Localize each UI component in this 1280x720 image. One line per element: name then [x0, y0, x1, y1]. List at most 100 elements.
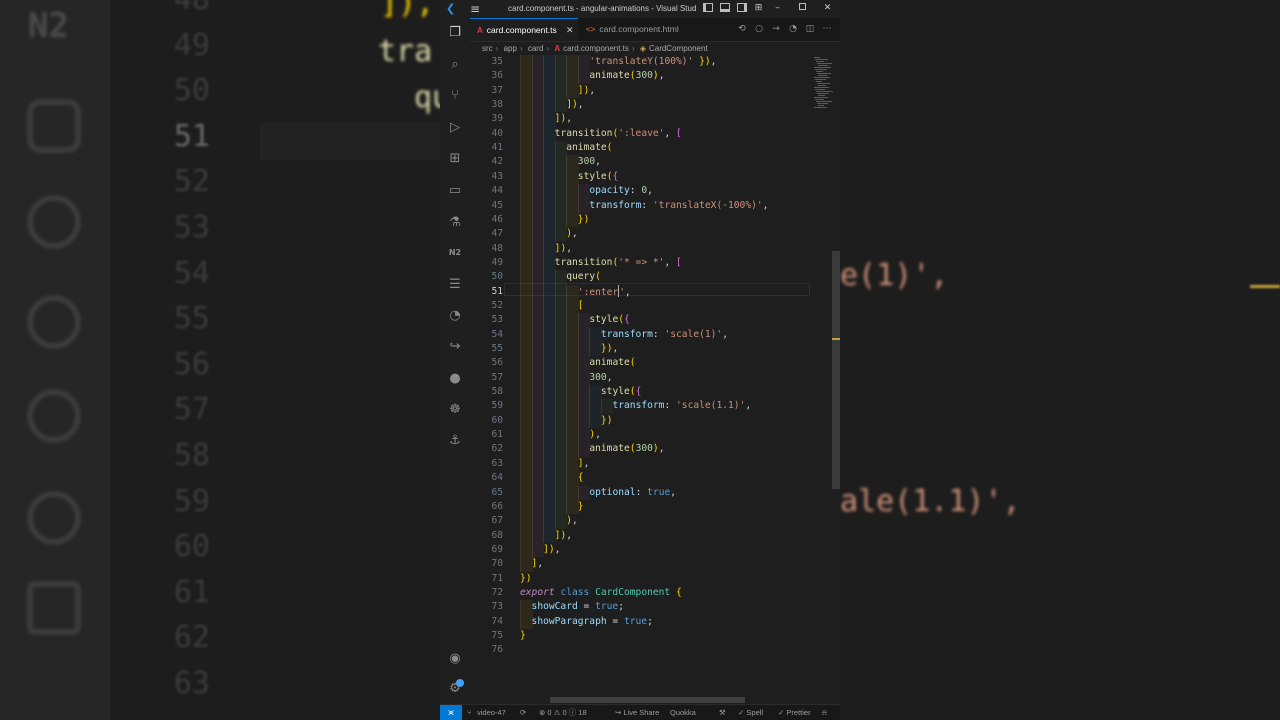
- line-number: 66: [491, 500, 503, 512]
- tab-label: card.component.ts: [486, 25, 557, 35]
- code-line: }): [577, 213, 590, 225]
- minimap[interactable]: [810, 55, 836, 115]
- background-snippet: tra: [378, 34, 433, 69]
- code-line: ),: [589, 429, 601, 441]
- minimap-line: [818, 65, 828, 66]
- breadcrumb-item[interactable]: card: [528, 42, 544, 55]
- breadcrumb-item[interactable]: src: [482, 42, 493, 55]
- search-icon[interactable]: ⌕: [446, 56, 464, 74]
- background-line-number: 58: [173, 438, 210, 473]
- notifications-bell-icon[interactable]: ⍾: [822, 705, 827, 720]
- line-number: 53: [491, 314, 503, 326]
- editor-tabs: Acard.component.ts ✕ <> card.component.ht…: [470, 18, 840, 42]
- go-back-icon[interactable]: ○: [753, 23, 765, 35]
- background-line-number: 53: [173, 210, 210, 245]
- line-number: 76: [491, 644, 503, 656]
- split-editor-icon[interactable]: ◫: [804, 23, 816, 35]
- git-graph-icon[interactable]: ◔: [446, 307, 464, 325]
- menu-icon[interactable]: ≡: [470, 2, 480, 16]
- line-number: 37: [491, 84, 503, 96]
- github-icon[interactable]: ●: [446, 370, 464, 388]
- github-icon: [28, 390, 80, 442]
- tab-card-component-ts[interactable]: Acard.component.ts ✕: [470, 18, 578, 41]
- more-actions-icon[interactable]: ⋯: [821, 23, 833, 35]
- sync-icon[interactable]: ⟳: [520, 705, 526, 720]
- maximize-icon[interactable]: [797, 3, 808, 13]
- line-number: 36: [491, 70, 503, 82]
- source-control-icon[interactable]: ⑂: [446, 87, 464, 105]
- clipboard-icon[interactable]: ☰: [446, 276, 464, 294]
- go-forward-icon[interactable]: →: [770, 23, 782, 35]
- settings-gear-icon[interactable]: ⚙: [446, 680, 464, 698]
- line-number: 69: [491, 543, 503, 555]
- code-line: style({: [600, 386, 642, 398]
- extensions-icon[interactable]: ⊞: [446, 150, 464, 168]
- toggle-primary-sidebar-icon[interactable]: [702, 3, 713, 13]
- breadcrumb-item[interactable]: card.component.ts: [563, 42, 629, 55]
- background-line-number: 49: [173, 27, 210, 63]
- remote-indicator-icon[interactable]: ⪤: [440, 705, 462, 720]
- run-debug-icon[interactable]: ▷: [446, 119, 464, 137]
- code-line: [: [577, 299, 584, 311]
- minimize-icon[interactable]: –: [772, 3, 783, 13]
- n2-console-icon[interactable]: N2: [446, 244, 464, 262]
- line-number: 70: [491, 558, 503, 570]
- spell-button[interactable]: ✓ Spell: [738, 705, 763, 720]
- background-snippet: ale(1.1)',: [840, 484, 1021, 519]
- line-number: 68: [491, 529, 503, 541]
- breadcrumb-item[interactable]: CardComponent: [649, 42, 708, 55]
- line-number: 52: [491, 299, 503, 311]
- class-symbol-icon: ◈: [639, 44, 646, 53]
- sync-icon[interactable]: ⚒: [719, 705, 726, 720]
- code-line: ),: [566, 228, 578, 240]
- line-number: 65: [491, 486, 503, 498]
- account-icon[interactable]: ◉: [446, 650, 464, 668]
- minimap-line: [817, 93, 829, 94]
- live-share-button[interactable]: ↪ Live Share: [615, 705, 659, 720]
- branch-name[interactable]: video-47: [477, 705, 506, 720]
- minimap-line: [816, 101, 832, 102]
- code-line: 'translateY(100%)' }),: [589, 56, 717, 67]
- close-tab-icon[interactable]: ✕: [566, 19, 574, 42]
- code-line: export class CardComponent {: [520, 586, 682, 598]
- remote-explorer-icon[interactable]: ▭: [446, 182, 464, 200]
- background-right-blur: e(1)', ale(1.1)',: [840, 0, 1280, 720]
- minimap-line: [818, 105, 824, 106]
- kubernetes-icon: [28, 492, 80, 544]
- testing-icon[interactable]: ⚗: [446, 214, 464, 232]
- background-line-number: 63: [173, 666, 210, 701]
- breadcrumb-item[interactable]: app: [504, 42, 517, 55]
- n2-logo-icon: N2: [28, 6, 69, 46]
- customize-layout-icon[interactable]: ⊞: [753, 3, 764, 13]
- toggle-secondary-sidebar-icon[interactable]: [736, 3, 747, 13]
- close-window-icon[interactable]: ✕: [822, 3, 833, 13]
- check-icon: ✓: [738, 708, 745, 717]
- minimap-line: [814, 107, 827, 108]
- minimap-line: [818, 75, 827, 76]
- line-number: 50: [491, 271, 503, 283]
- tab-card-component-html[interactable]: <> card.component.html: [578, 18, 694, 41]
- code-line: animate(300),: [589, 443, 665, 455]
- background-line-number: 50: [173, 73, 210, 109]
- code-line: animate(300),: [589, 70, 665, 82]
- html-icon: <>: [586, 25, 596, 34]
- background-snippet: qu: [414, 80, 440, 115]
- explorer-icon[interactable]: ❐: [446, 24, 464, 42]
- kubernetes-icon[interactable]: ☸: [446, 401, 464, 419]
- problems-indicator[interactable]: ⊗ 0 ⚠ 0 ⓘ 18: [539, 705, 587, 720]
- background-line-number: 52: [173, 164, 210, 200]
- live-share-icon[interactable]: ↪: [446, 338, 464, 356]
- quokka-button[interactable]: Quokka: [670, 705, 696, 720]
- code-line: ':enter',: [577, 284, 631, 298]
- docker-icon[interactable]: ⚓: [446, 432, 464, 450]
- code-editor[interactable]: 35 'translateY(100%)' }), 36 animate(300), 3…: [470, 55, 840, 704]
- open-changes-icon[interactable]: ⟲: [736, 23, 748, 35]
- prettier-button[interactable]: ✓ Prettier: [778, 705, 811, 720]
- chevron-right-icon: ›: [631, 44, 635, 53]
- toggle-panel-icon[interactable]: [719, 3, 730, 13]
- timeline-icon[interactable]: ◔: [787, 23, 799, 35]
- minimap-line: [815, 99, 824, 100]
- horizontal-scrollbar[interactable]: [550, 697, 745, 703]
- vertical-scrollbar[interactable]: [832, 251, 840, 489]
- line-number: 51: [491, 285, 503, 297]
